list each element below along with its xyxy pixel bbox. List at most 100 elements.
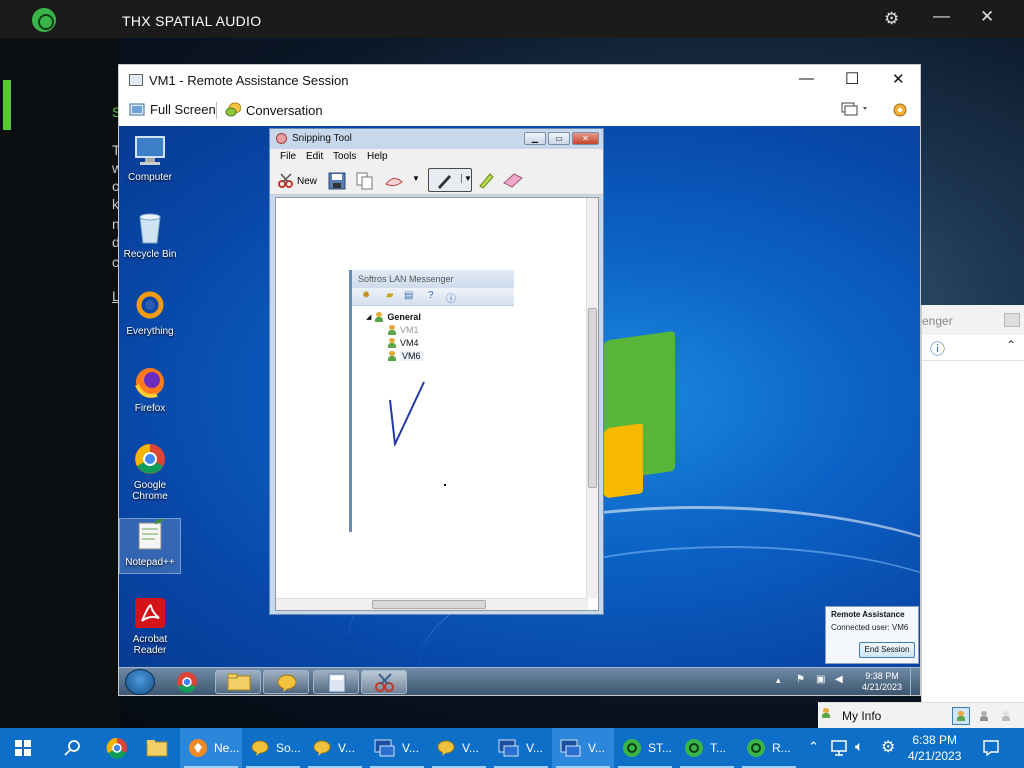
snip-canvas[interactable]: Softros LAN Messenger ✹ ▰ ▤ ? ⓘ ◢ Genera… [275,197,599,611]
gear-icon[interactable]: ⚙ [884,9,899,29]
minimize-button[interactable]: ▁ [524,132,546,145]
desktop-icon-recycle-bin[interactable]: Recycle Bin [119,211,181,260]
taskbar-item[interactable]: V... [366,728,428,768]
scrollbar-thumb[interactable] [372,600,486,609]
send-snip-icon[interactable] [384,172,406,190]
taskbar-messenger-button[interactable] [263,670,309,694]
taskbar-item[interactable]: T... [676,728,738,768]
remote-clock-date: 4/21/2023 [861,682,902,692]
thx-icon [685,739,703,757]
user-offline-icon[interactable] [1002,711,1010,721]
show-hidden-icons-icon[interactable]: ⌃ [808,739,819,755]
user-icon [388,324,396,335]
taskbar-chrome-button[interactable] [165,670,211,694]
window-button-icon[interactable] [1004,313,1020,327]
maximize-icon[interactable]: ☐ [845,69,859,89]
taskbar-explorer-button[interactable] [138,728,176,768]
menu-tools[interactable]: Tools [333,151,356,162]
show-hidden-icons-icon[interactable]: ▴ [776,675,781,686]
minimize-icon[interactable]: — [933,6,950,26]
calculator-icon [328,673,346,693]
taskbar-chrome-button[interactable] [98,728,136,768]
desktop-icon-chrome[interactable]: Google Chrome [119,442,181,502]
user-away-icon[interactable] [980,711,988,721]
vertical-scrollbar[interactable] [586,198,598,598]
collapse-icon: ◢ [366,313,372,321]
taskbar-item[interactable]: So... [242,728,304,768]
conversation-icon [225,102,241,117]
display-settings-button[interactable] [841,101,871,117]
show-desktop-button[interactable] [910,668,920,695]
taskbar-item[interactable]: R... [738,728,800,768]
remote-desktop[interactable]: Computer Recycle Bin Everything Firefox … [119,126,920,695]
maximize-button[interactable]: ▭ [548,132,570,145]
help-settings-button[interactable] [891,100,909,118]
close-icon[interactable]: ✕ [892,70,905,88]
menu-file[interactable]: File [280,151,296,162]
search-button[interactable] [56,728,90,768]
menu-help[interactable]: Help [367,151,388,162]
start-button[interactable] [6,728,42,768]
host-clock[interactable]: 6:38 PM 4/21/2023 [908,732,961,764]
taskbar-calculator-button[interactable] [313,670,359,694]
taskbar-item-label: So... [276,741,301,755]
tray-network-icon[interactable]: ▣ [816,674,825,685]
pen-icon [438,175,451,189]
conversation-button[interactable]: Conversation [225,102,323,118]
user-icon [388,337,396,348]
desktop-icon-firefox[interactable]: Firefox [119,365,181,414]
pen-button[interactable]: ▼ [428,168,472,192]
save-icon[interactable] [328,172,346,190]
taskbar-explorer-button[interactable] [215,670,261,694]
horizontal-scrollbar[interactable] [276,598,588,610]
taskbar-item[interactable]: V... [490,728,552,768]
taskbar-item[interactable]: Ne... [180,728,242,768]
desktop-icon-label: Notepad++ [125,557,175,568]
taskbar-item[interactable]: V... [428,728,490,768]
end-session-button[interactable]: End Session [859,642,915,658]
new-snip-button[interactable]: New [278,173,317,189]
desktop-icon-everything[interactable]: Everything [119,288,181,337]
my-info-label[interactable]: My Info [842,709,881,723]
taskbar-item-label: V... [462,741,479,755]
computer-icon [133,134,167,168]
recycle-bin-icon [133,211,167,245]
notifications-icon[interactable] [982,739,1000,757]
copy-icon[interactable] [356,172,374,190]
user-label: VM1 [400,324,419,335]
full-screen-icon [129,103,145,115]
host-taskbar: Ne... So... V... V... V... V... V... ST.… [0,728,1024,768]
full-screen-button[interactable]: Full Screen [129,102,216,117]
highlighter-icon[interactable] [476,171,494,189]
thx-icon [623,739,641,757]
taskbar-item[interactable]: V... [552,728,614,768]
taskbar-item[interactable]: ST... [614,728,676,768]
dropdown-arrow-icon: ▼ [461,174,472,183]
taskbar-item[interactable]: V... [304,728,366,768]
scrollbar-thumb[interactable] [588,308,597,488]
desktop-icon-notepad[interactable]: Notepad++ [119,517,181,574]
remote-clock[interactable]: 9:38 PM 4/21/2023 [862,671,902,693]
full-screen-label: Full Screen [150,102,216,117]
close-button[interactable]: ✕ [572,132,599,145]
network-icon[interactable] [830,739,848,757]
desktop-icon-label: Everything [126,326,174,337]
tray-volume-icon[interactable]: ◀ [835,674,843,685]
chevron-up-icon[interactable]: ⌃ [1006,338,1016,352]
firefox-icon [133,365,167,399]
windows-start-icon[interactable] [125,669,155,695]
gear-icon[interactable]: ⚙ [881,737,895,757]
desktop-icon-computer[interactable]: Computer [119,134,181,183]
dropdown-arrow-icon[interactable]: ▼ [412,174,420,183]
volume-icon[interactable]: 🔈︎ [855,738,863,755]
info-icon[interactable]: ⓘ [930,338,945,359]
desktop-icon-acrobat[interactable]: Acrobat Reader [119,596,181,656]
tray-flag-icon[interactable]: ⚑ [796,674,805,685]
close-icon[interactable]: ✕ [980,7,994,27]
minimize-icon[interactable]: — [799,70,814,87]
folder-icon [227,673,251,691]
menu-edit[interactable]: Edit [306,151,323,162]
user-row: VM6 [366,349,423,362]
taskbar-snipping-tool-button[interactable] [361,670,407,694]
eraser-icon[interactable] [502,172,524,188]
